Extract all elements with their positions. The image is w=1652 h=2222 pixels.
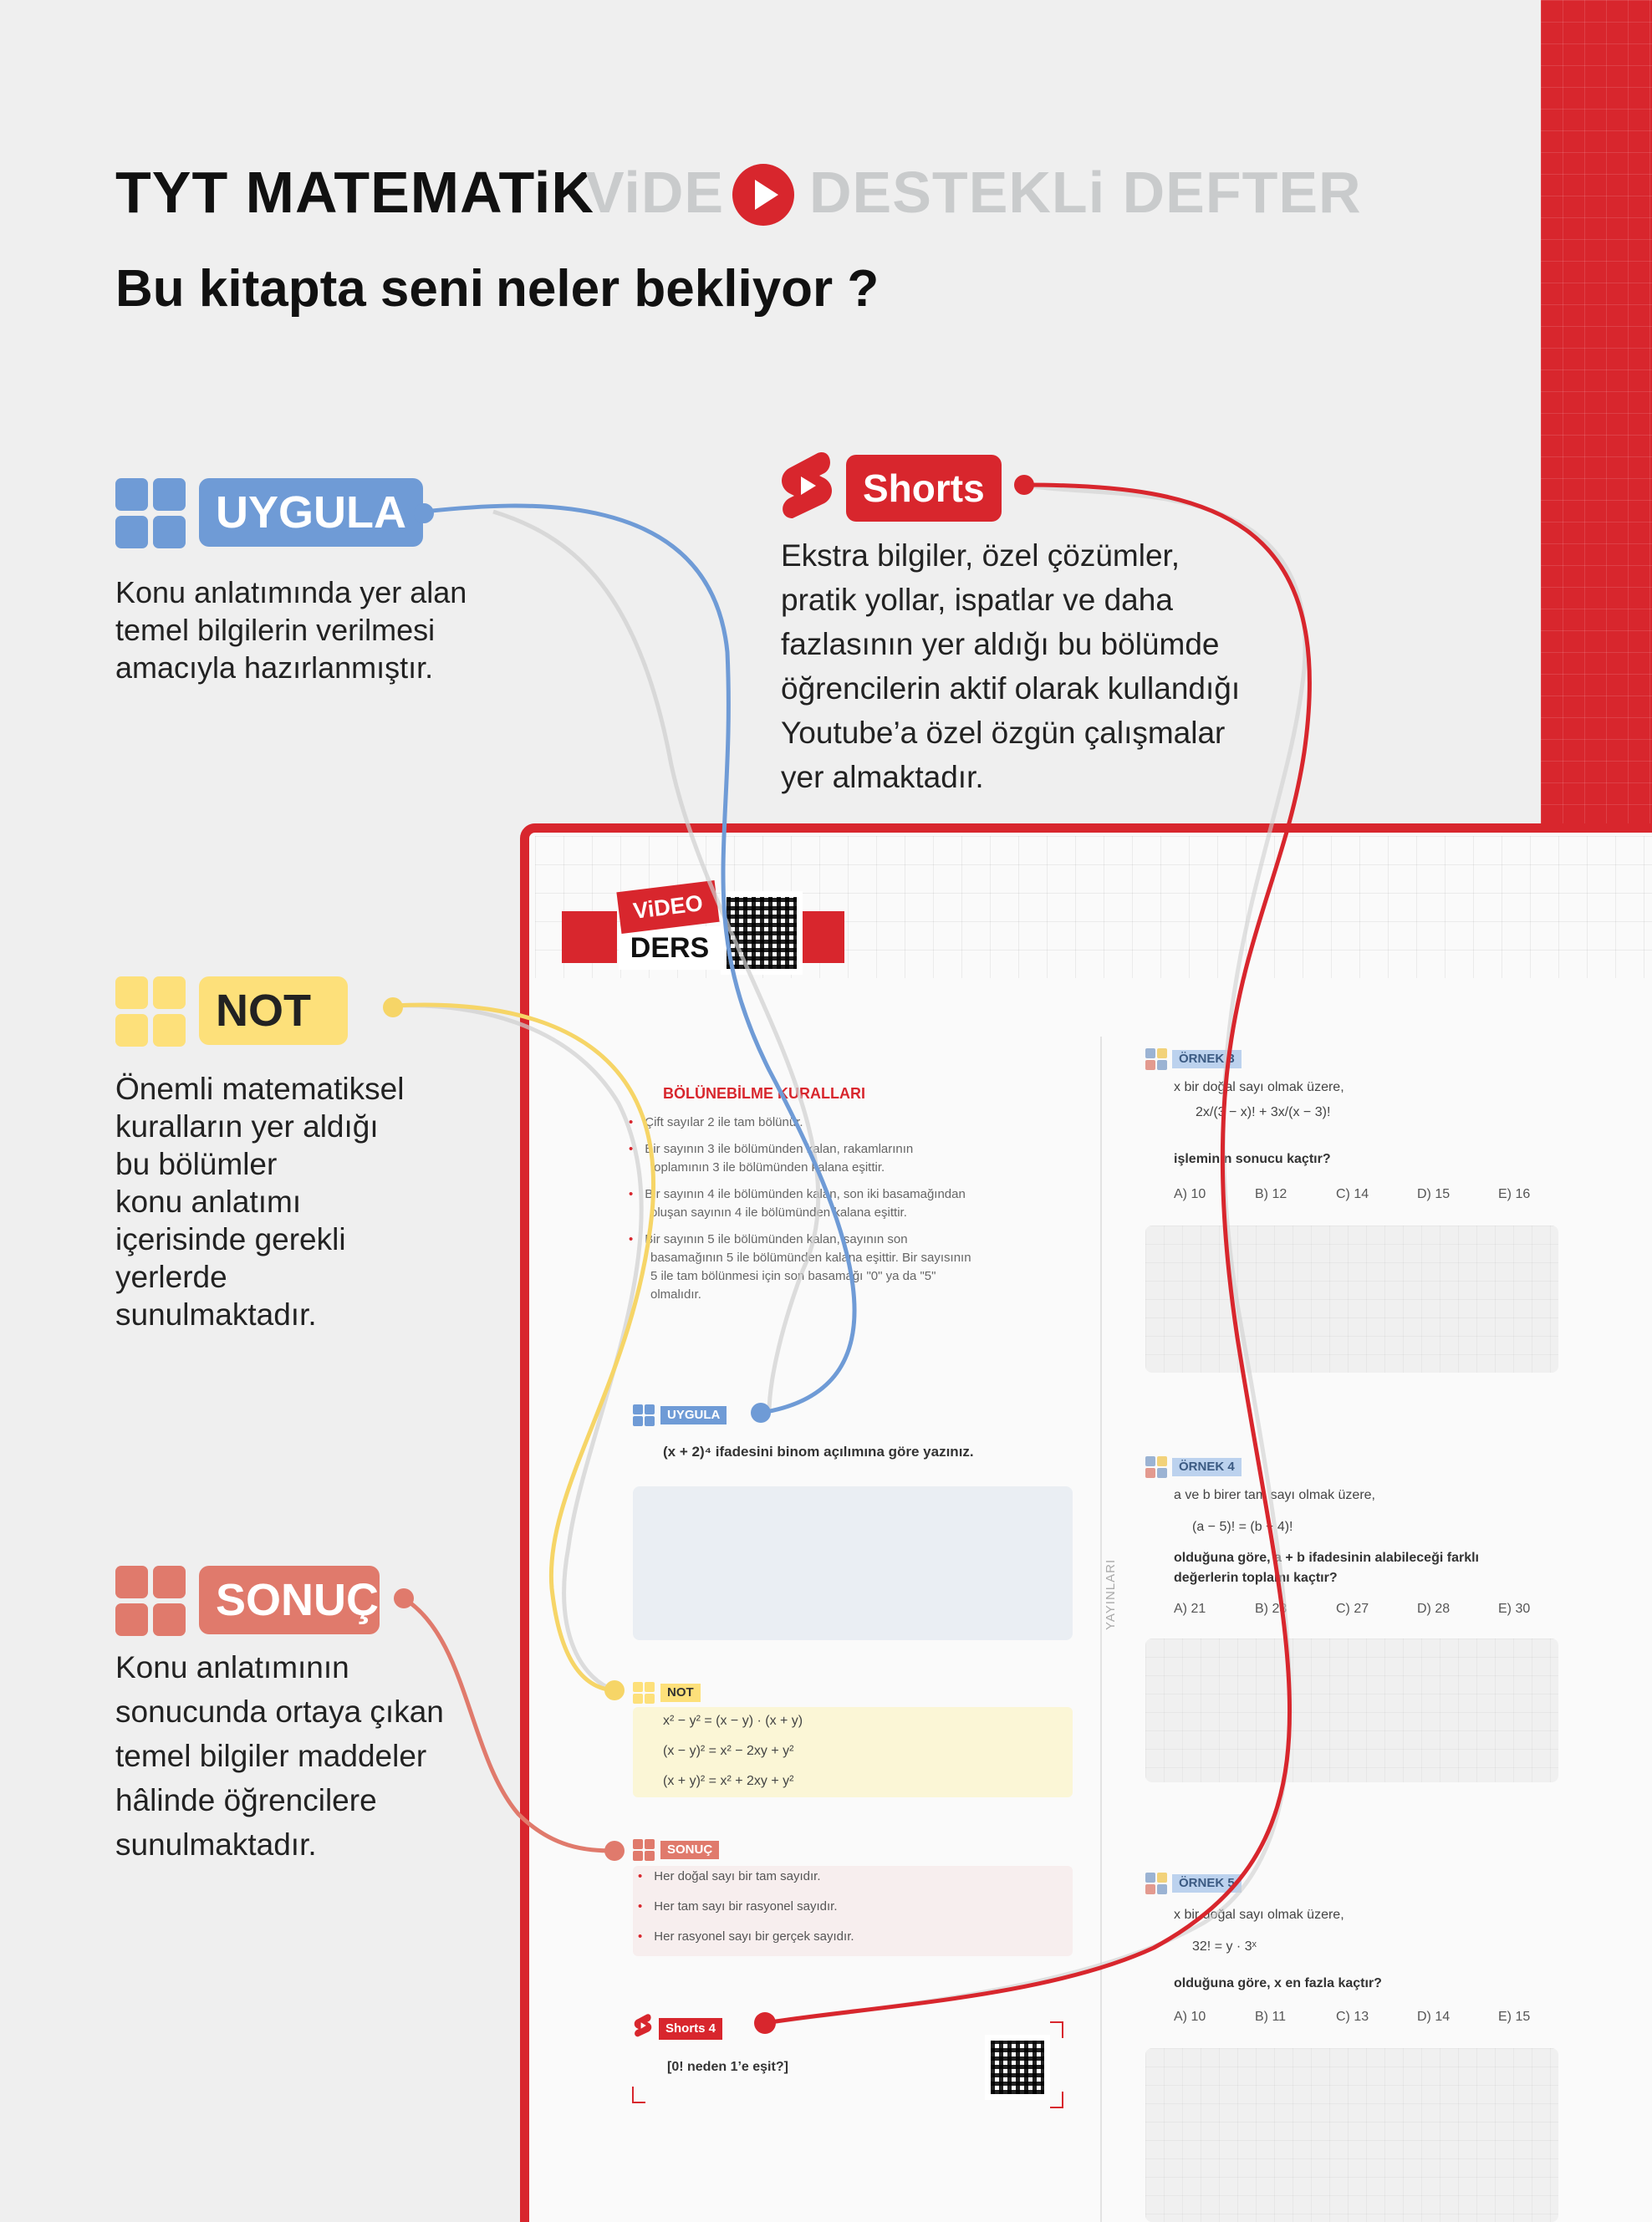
connector-lines	[383, 475, 1312, 2034]
